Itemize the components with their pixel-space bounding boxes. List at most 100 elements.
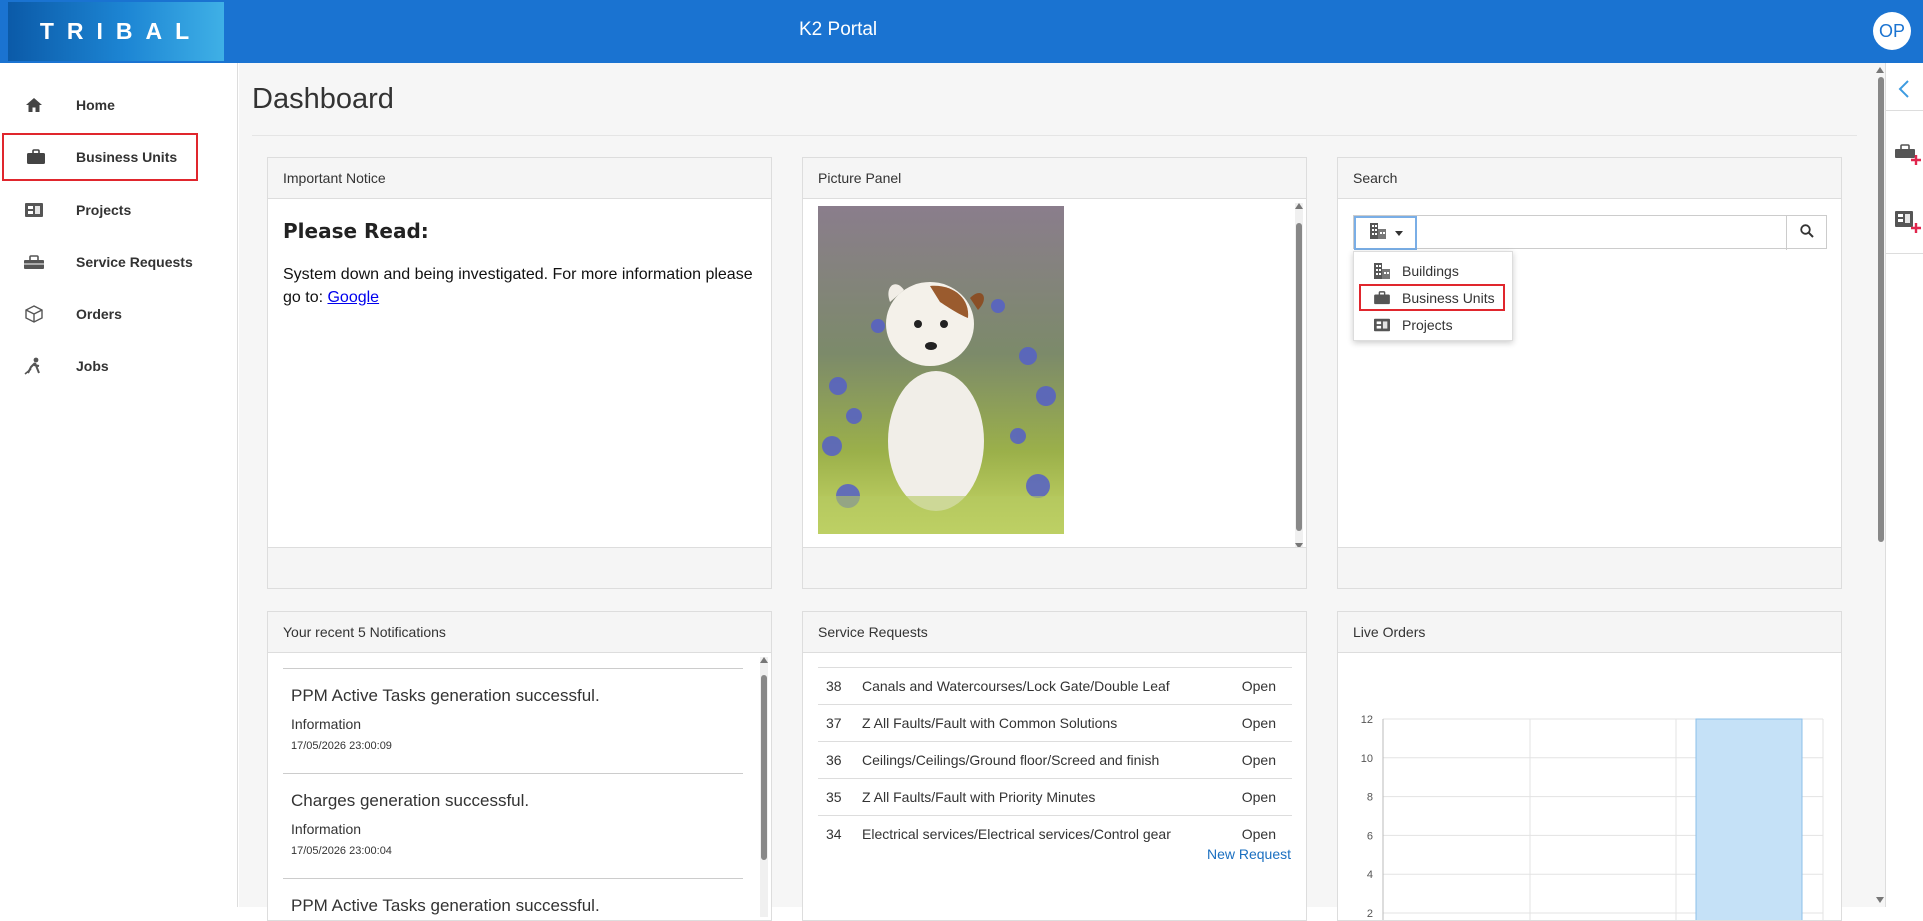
table-row[interactable]: 35 Z All Faults/Fault with Priority Minut… xyxy=(818,778,1292,816)
notifications-scrollbar[interactable] xyxy=(760,657,768,917)
request-id: 37 xyxy=(818,704,854,742)
page-title: Dashboard xyxy=(252,83,394,115)
request-desc: Z All Faults/Fault with Priority Minutes xyxy=(854,778,1226,816)
scroll-thumb[interactable] xyxy=(1296,223,1302,531)
panel-title: Important Notice xyxy=(268,158,771,199)
search-icon xyxy=(1799,223,1814,243)
search-panel: Search Buildings Business Units Projects xyxy=(1337,157,1842,589)
sidebar-item-orders[interactable]: Orders xyxy=(0,290,238,338)
table-row[interactable]: 37 Z All Faults/Fault with Common Solutio… xyxy=(818,704,1292,742)
sidebar-item-service-requests[interactable]: Service Requests xyxy=(0,238,238,286)
building-icon xyxy=(1373,262,1393,280)
option-label: Buildings xyxy=(1402,262,1459,279)
option-projects[interactable]: Projects xyxy=(1359,311,1505,338)
request-id: 34 xyxy=(818,815,854,853)
option-business-units[interactable]: Business Units xyxy=(1359,284,1505,311)
chart-bar[interactable] xyxy=(1695,718,1803,921)
puppy-image xyxy=(818,206,1064,534)
notification-item[interactable]: PPM Active Tasks generation successful. xyxy=(283,878,743,920)
notification-date: 17/05/2026 23:00:09 xyxy=(291,740,392,752)
y-tick-label: 2 xyxy=(1367,908,1373,920)
top-bar: TRIBAL K2 Portal OP xyxy=(0,0,1923,63)
request-status: Open xyxy=(1225,667,1292,705)
add-project-icon[interactable] xyxy=(1894,209,1922,240)
picture-panel: Picture Panel xyxy=(802,157,1307,589)
request-id: 36 xyxy=(818,741,854,779)
notifications-panel: Your recent 5 Notifications PPM Active T… xyxy=(267,611,772,921)
y-tick-label: 10 xyxy=(1361,753,1373,765)
sidebar-item-label: Home xyxy=(76,97,115,113)
sidebar-item-projects[interactable]: Projects xyxy=(0,186,238,234)
new-request-link[interactable]: New Request xyxy=(1207,846,1291,862)
app-title: K2 Portal xyxy=(799,19,878,40)
sidebar-item-label: Jobs xyxy=(76,358,109,374)
notification-category: Information xyxy=(291,716,362,732)
picture-scrollbar[interactable] xyxy=(1295,203,1303,549)
sidebar: Home Business Units Projects Service Req… xyxy=(0,63,238,907)
service-requests-icon xyxy=(23,251,45,273)
search-input[interactable] xyxy=(1418,216,1786,248)
important-notice-panel: Important Notice Please Read: System dow… xyxy=(267,157,772,589)
page-scrollbar[interactable] xyxy=(1876,63,1885,907)
notice-heading: Please Read: xyxy=(283,219,429,243)
panel-title: Picture Panel xyxy=(803,158,1306,199)
scroll-thumb[interactable] xyxy=(761,675,767,860)
title-divider xyxy=(252,135,1857,136)
google-link[interactable]: Google xyxy=(327,289,379,306)
notification-title: Charges generation successful. xyxy=(291,791,530,810)
notification-category: Information xyxy=(291,821,362,837)
table-row[interactable]: 38 Canals and Watercourses/Lock Gate/Doub… xyxy=(818,667,1292,705)
live-orders-chart: 12 10 8 6 4 2 xyxy=(1361,714,1824,921)
sidebar-item-label: Projects xyxy=(76,202,132,218)
request-status: Open xyxy=(1225,741,1292,779)
briefcase-icon xyxy=(25,146,47,168)
tribal-logo[interactable]: TRIBAL xyxy=(8,2,224,61)
scroll-up-arrow[interactable] xyxy=(760,657,768,663)
notice-body: Please Read: System down and being inves… xyxy=(268,199,771,329)
search-type-menu: Buildings Business Units Projects xyxy=(1353,251,1513,341)
collapse-chevron-icon[interactable] xyxy=(1898,79,1910,104)
divider xyxy=(1886,110,1923,111)
scroll-up-arrow[interactable] xyxy=(1295,203,1303,209)
notification-item[interactable]: Charges generation successful. Informati… xyxy=(283,773,743,857)
request-id: 35 xyxy=(818,778,854,816)
search-type-dropdown[interactable] xyxy=(1354,216,1417,250)
request-desc: Electrical services/Electrical services/… xyxy=(854,815,1226,853)
y-tick-label: 4 xyxy=(1367,869,1373,881)
notification-title: PPM Active Tasks generation successful. xyxy=(291,896,600,915)
request-desc: Canals and Watercourses/Lock Gate/Double… xyxy=(854,667,1226,705)
y-tick-label: 12 xyxy=(1361,714,1373,726)
building-icon xyxy=(1369,222,1387,245)
panel-footer xyxy=(1338,547,1841,588)
search-button[interactable] xyxy=(1786,216,1826,250)
request-desc: Ceilings/Ceilings/Ground floor/Screed an… xyxy=(854,741,1226,779)
projects-icon xyxy=(23,199,45,221)
notification-item[interactable]: PPM Active Tasks generation successful. … xyxy=(283,668,743,752)
panel-title: Search xyxy=(1338,158,1841,199)
add-service-request-icon[interactable] xyxy=(1894,141,1922,172)
sidebar-item-label: Service Requests xyxy=(76,254,193,270)
service-requests-panel: Service Requests 38 Canals and Watercours… xyxy=(802,611,1307,921)
panel-title: Live Orders xyxy=(1338,612,1841,653)
live-orders-panel: Live Orders 12 10 8 6 4 2 xyxy=(1337,611,1842,921)
user-avatar[interactable]: OP xyxy=(1873,12,1911,50)
sidebar-item-business-units[interactable]: Business Units xyxy=(2,133,198,181)
sidebar-item-jobs[interactable]: Jobs xyxy=(0,342,238,390)
scroll-thumb[interactable] xyxy=(1878,77,1884,542)
notification-date: 17/05/2026 23:00:04 xyxy=(291,845,392,857)
right-quick-bar xyxy=(1885,63,1923,907)
notification-title: PPM Active Tasks generation successful. xyxy=(291,686,600,705)
table-row[interactable]: 36 Ceilings/Ceilings/Ground floor/Screed … xyxy=(818,741,1292,779)
search-box xyxy=(1353,215,1827,250)
y-tick-label: 8 xyxy=(1367,792,1373,804)
scroll-up-arrow[interactable] xyxy=(1876,67,1884,73)
sidebar-item-label: Business Units xyxy=(76,149,178,165)
option-buildings[interactable]: Buildings xyxy=(1359,257,1505,284)
panel-footer xyxy=(803,547,1306,588)
home-icon xyxy=(23,94,45,116)
scroll-down-arrow[interactable] xyxy=(1876,897,1884,903)
y-tick-label: 6 xyxy=(1367,830,1373,842)
panel-footer xyxy=(268,547,771,588)
briefcase-icon xyxy=(1373,290,1393,305)
sidebar-item-home[interactable]: Home xyxy=(0,81,238,129)
